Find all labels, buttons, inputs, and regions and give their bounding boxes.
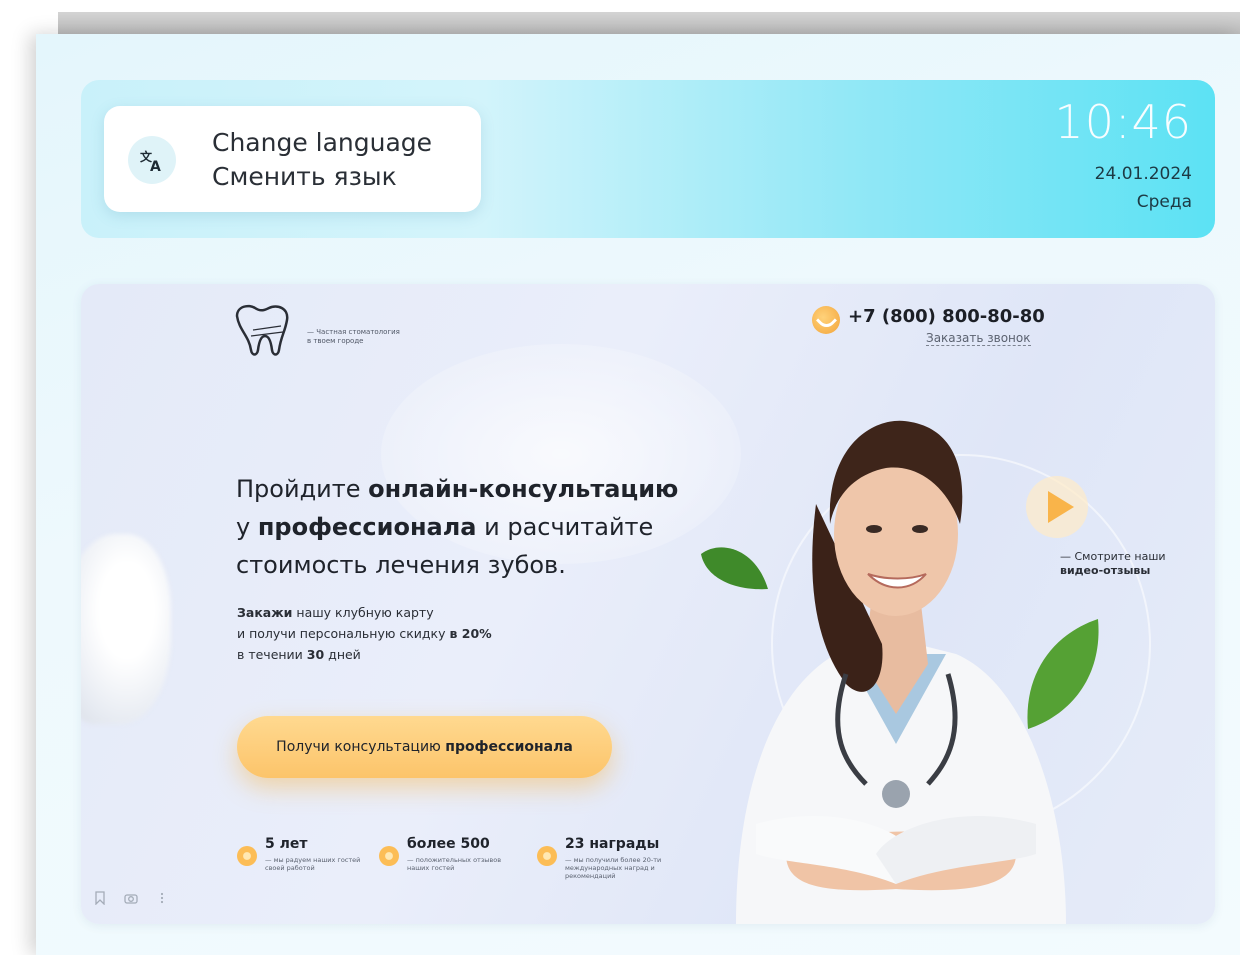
promo-part: и получи персональную скидку — [237, 626, 450, 641]
promo-part: дней — [324, 647, 361, 662]
clock-date: 24.01.2024 — [1094, 164, 1192, 184]
headline-part: стоимость лечения зубов. — [236, 551, 566, 579]
video-line1: — Смотрите наши — [1060, 550, 1166, 563]
phone-icon — [812, 306, 840, 334]
bullet-icon — [237, 846, 257, 866]
get-consultation-button[interactable]: Получи консультацию профессионала — [237, 716, 612, 778]
promo-text: Закажи нашу клубную карту и получи персо… — [237, 602, 597, 665]
video-line2: видео-отзывы — [1060, 564, 1151, 577]
request-callback-link[interactable]: Заказать звонок — [926, 331, 1031, 346]
promo-bold: в 20% — [449, 626, 492, 641]
promo-part: в течении — [237, 647, 307, 662]
change-language-button[interactable]: 文 A Change language Сменить язык — [104, 106, 481, 212]
language-label-en: Change language — [212, 128, 433, 157]
tooth-image — [81, 534, 171, 724]
bullet-icon — [537, 846, 557, 866]
logo-caption-line2: в твоем городе — [307, 337, 364, 345]
phone-number[interactable]: +7 (800) 800-80-80 — [848, 306, 1045, 327]
cta-label: Получи консультацию — [276, 739, 446, 755]
stat-desc: — мы получили более 20-ти международных … — [565, 856, 662, 880]
headline-bold: онлайн-консультацию — [368, 475, 679, 503]
clock-weekday: Среда — [1136, 192, 1192, 212]
translate-icon: 文 A — [128, 136, 176, 184]
promo-part: нашу клубную карту — [292, 605, 434, 620]
clock-time: 10:46 — [1054, 95, 1192, 149]
camera-icon[interactable] — [124, 890, 138, 904]
stat-desc: — положительных отзывов наших гостей — [407, 856, 502, 872]
window-top-bar — [58, 12, 1240, 34]
image-toolbar — [93, 890, 181, 909]
dental-ad-banner[interactable]: — Частная стоматология в твоем городе +7… — [81, 284, 1215, 924]
tooth-logo-icon — [235, 304, 289, 356]
stat-title: 23 награды — [565, 836, 660, 852]
bullet-icon — [379, 846, 399, 866]
clock-widget: 10:46 24.01.2024 Среда — [992, 94, 1192, 224]
stat-title: более 500 — [407, 836, 490, 852]
leaf-image — [1027, 619, 1099, 729]
more-options-icon[interactable] — [155, 890, 169, 904]
headline-part: у — [236, 513, 258, 541]
headline-bold: профессионала — [257, 513, 477, 541]
svg-text:A: A — [150, 159, 161, 172]
headline-part: и расчитайте — [476, 513, 654, 541]
cta-label-bold: профессионала — [445, 739, 573, 755]
promo-bold: 30 — [306, 647, 325, 662]
bookmark-icon[interactable] — [93, 890, 107, 906]
video-reviews-caption[interactable]: — Смотрите наши видео-отзывы — [1060, 550, 1166, 578]
headline-part: Пройдите — [236, 475, 369, 503]
play-video-button[interactable] — [1026, 476, 1088, 538]
leaf-image — [701, 547, 768, 590]
logo-caption: — Частная стоматология в твоем городе — [307, 328, 400, 346]
stat-desc: — мы радуем наших гостей своей работой — [265, 856, 361, 872]
stat-title: 5 лет — [265, 836, 308, 852]
promo-bold: Закажи — [237, 605, 293, 620]
logo-caption-line1: — Частная стоматология — [307, 328, 400, 336]
language-label-ru: Сменить язык — [212, 162, 397, 191]
banner-headline: Пройдите онлайн-консультацию у профессио… — [236, 470, 756, 584]
